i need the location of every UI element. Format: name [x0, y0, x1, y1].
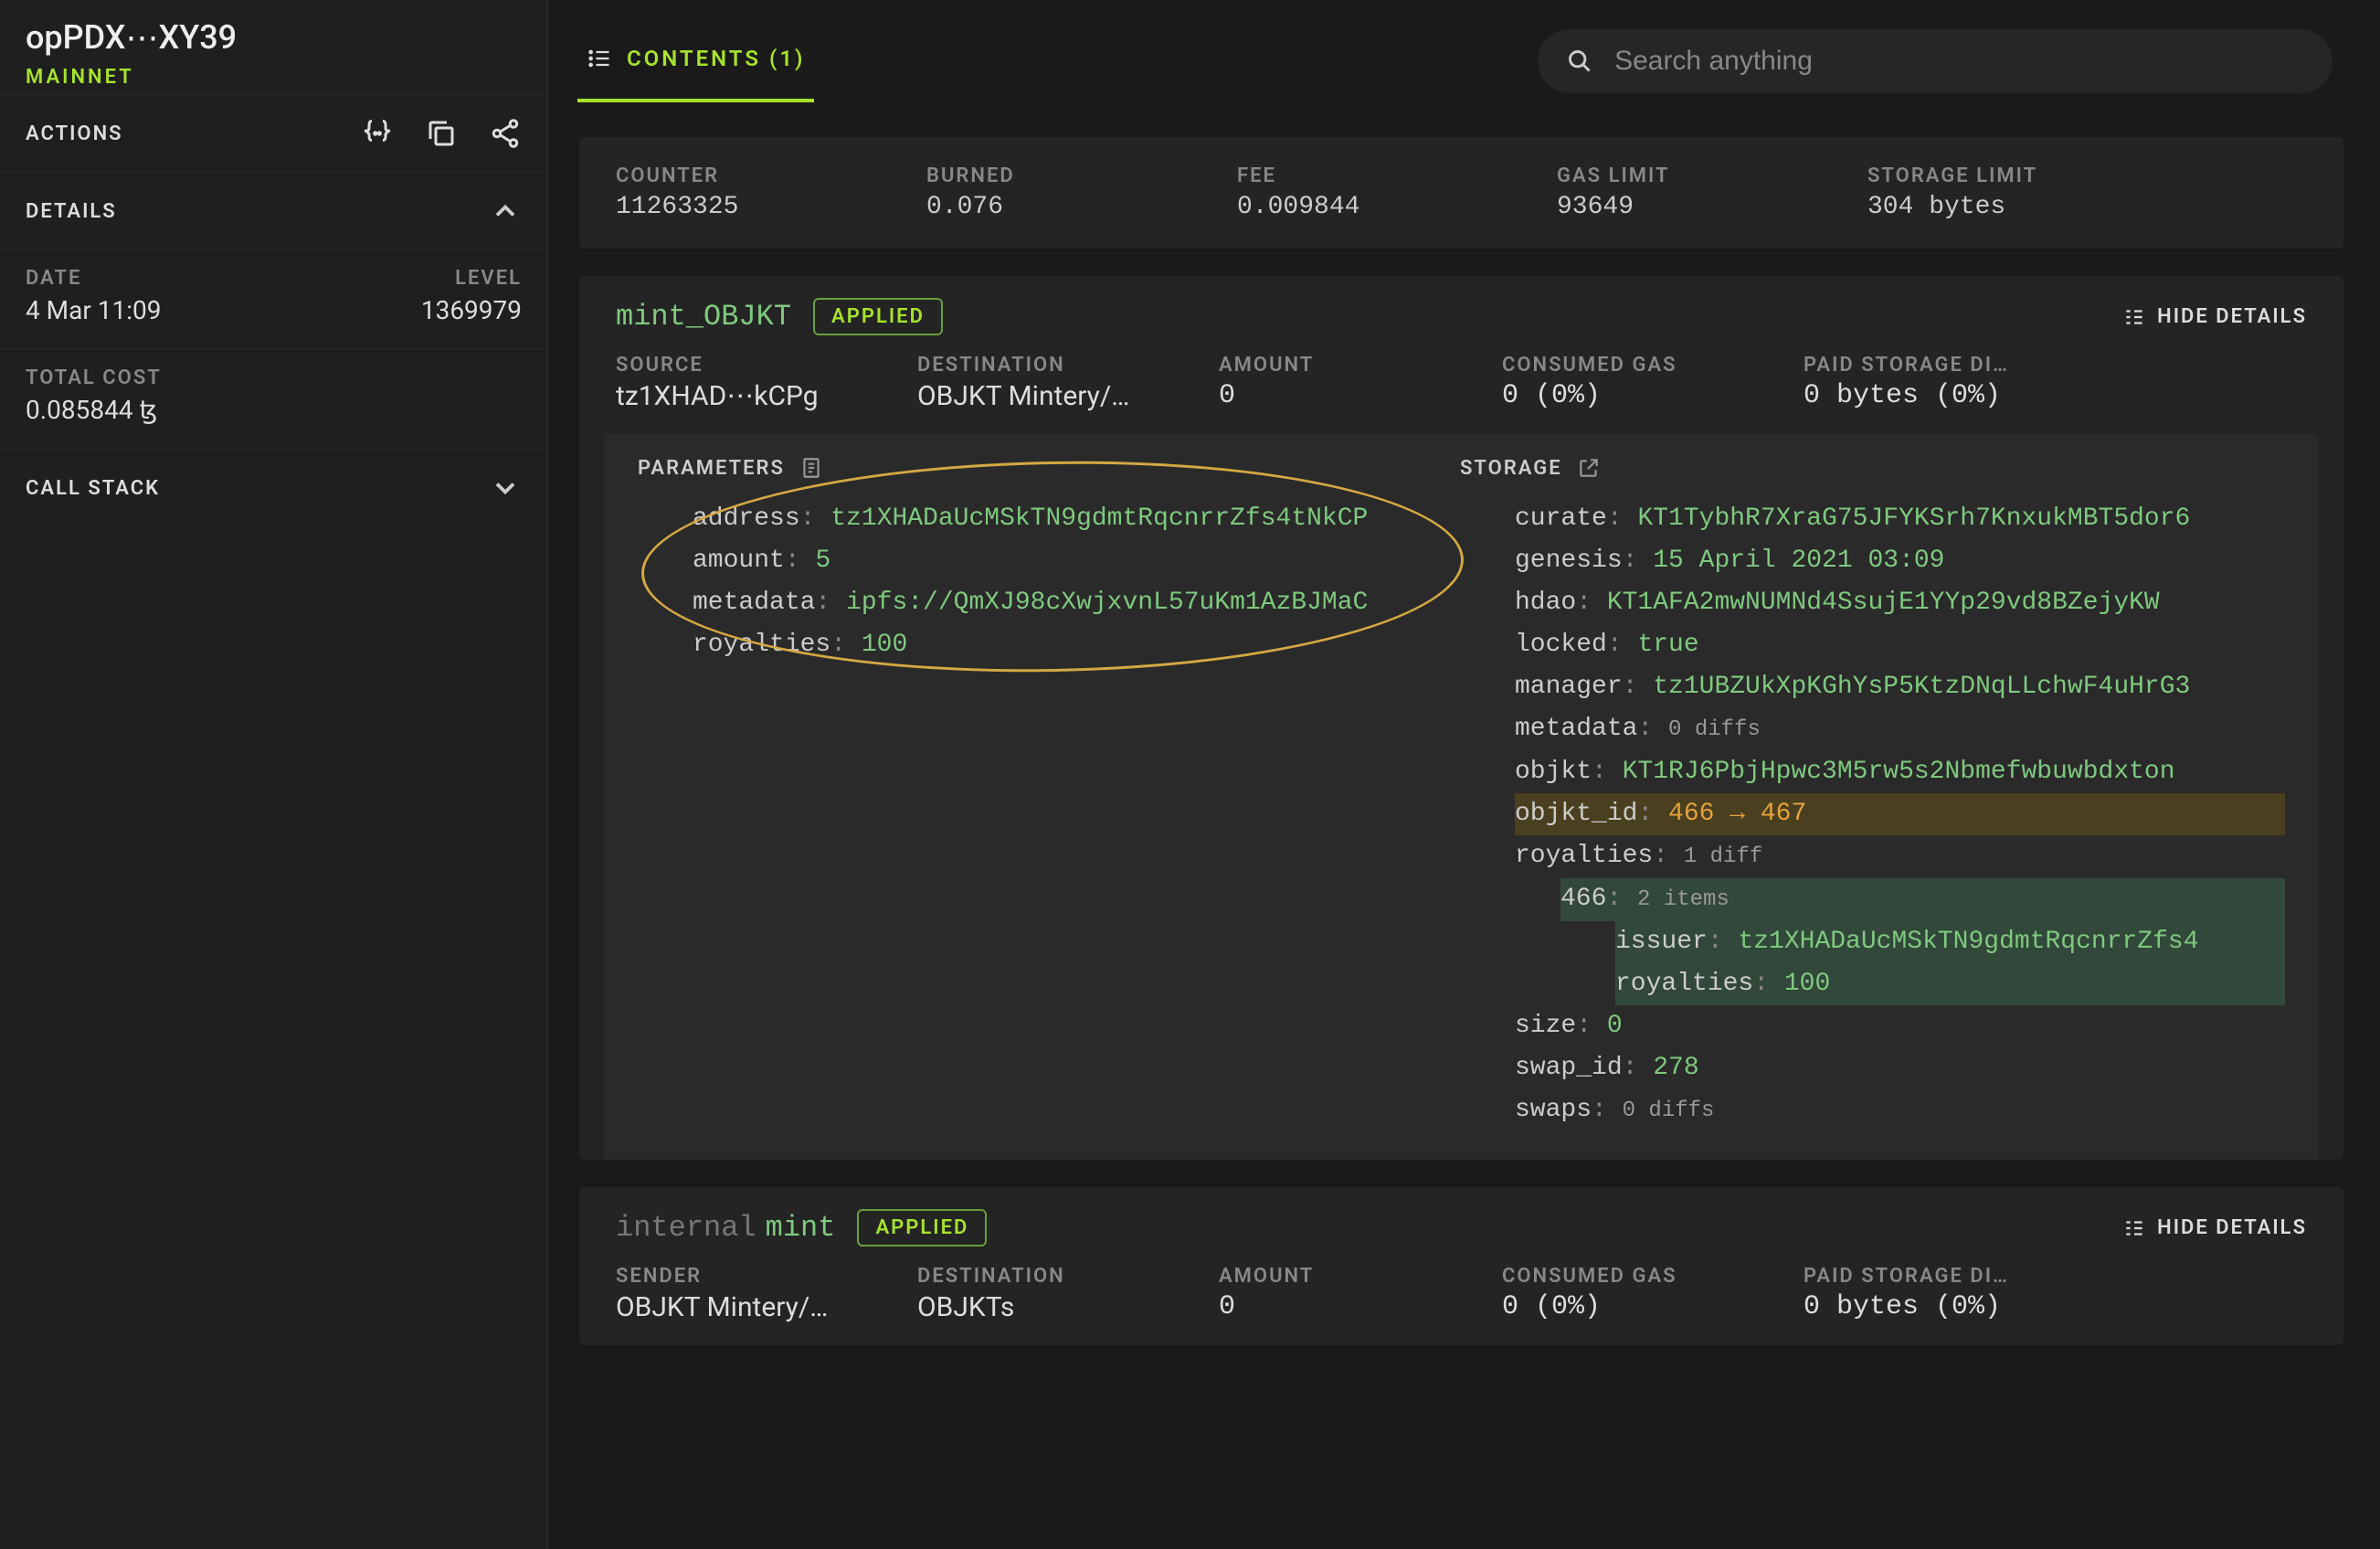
operation-card-mint-objkt: mint_OBJKT APPLIED HIDE DETAILS SOURCE t… [579, 276, 2343, 1160]
storage-genesis: genesis: 15 April 2021 03:09 [1515, 540, 2285, 582]
amount-label: AMOUNT [1219, 1265, 1447, 1288]
json-icon[interactable] [361, 117, 394, 150]
royalties-inner: royalties: 100 [1615, 963, 2285, 1005]
consumed-gas-value: 0 (0%) [1502, 380, 1749, 411]
status-badge: APPLIED [813, 298, 943, 335]
topbar: CONTENTS (1) [548, 0, 2380, 102]
dest-label: DESTINATION [917, 1265, 1164, 1288]
sidebar: opPDX⋯XY39 MAINNET ACTIONS DETAILS DATE … [0, 0, 548, 1549]
amount-value: 0 [1219, 380, 1447, 411]
total-cost-label: TOTAL COST [26, 366, 522, 389]
operation-hash: opPDX⋯XY39 [26, 18, 522, 57]
call-stack-toggle[interactable]: CALL STACK [0, 449, 547, 526]
summary-card: COUNTER 11263325 BURNED 0.076 FEE 0.0098… [579, 137, 2343, 249]
dest-value[interactable]: OBJKT Mintery/… [917, 380, 1164, 412]
storage-swaps: swaps: 0 diffs [1515, 1089, 2285, 1132]
consumed-gas-value: 0 (0%) [1502, 1291, 1749, 1322]
storage-curate: curate: KT1TybhR7XraG75JFYKSrh7KnxukMBT5… [1515, 498, 2285, 540]
burned-value: 0.076 [926, 193, 1164, 221]
counter-value: 11263325 [616, 193, 853, 221]
royalties-item[interactable]: 466: 2 items [1560, 878, 2285, 921]
gas-limit-value: 93649 [1557, 193, 1794, 221]
param-metadata: metadata: ipfs://QmXJ98cXwjxvnL57uKm1AzB… [693, 582, 1423, 624]
storage-limit-label: STORAGE LIMIT [1867, 164, 2050, 187]
chevron-up-icon [489, 195, 522, 228]
storage-size: size: 0 [1515, 1005, 2285, 1047]
share-icon[interactable] [489, 117, 522, 150]
royalties-issuer: issuer: tz1XHADaUcMSkTN9gdmtRqcnrrZfs4 [1615, 921, 2285, 963]
paid-storage-label: PAID STORAGE DI… [1804, 354, 2032, 377]
storage-column: STORAGE curate: KT1TybhR7XraG75JFYKSrh7K… [1460, 456, 2285, 1132]
list-icon [587, 46, 612, 71]
actions-label: ACTIONS [26, 122, 123, 145]
actions-row: ACTIONS [0, 94, 547, 172]
level-label: LEVEL [421, 267, 522, 290]
network-label: MAINNET [26, 66, 522, 89]
dest-value[interactable]: OBJKTs [917, 1291, 1164, 1323]
fee-label: FEE [1237, 164, 1484, 187]
param-address: address: tz1XHADaUcMSkTN9gdmtRqcnrrZfs4t… [693, 498, 1423, 540]
chevron-down-icon [489, 472, 522, 504]
date-label: DATE [26, 267, 162, 290]
storage-metadata: metadata: 0 diffs [1515, 708, 2285, 751]
copy-icon[interactable] [425, 117, 458, 150]
fee-value: 0.009844 [1237, 193, 1484, 221]
details-icon [2122, 305, 2146, 329]
amount-value: 0 [1219, 1291, 1447, 1322]
call-stack-label: CALL STACK [26, 477, 160, 500]
storage-limit-value: 304 bytes [1867, 193, 2050, 221]
main-content: CONTENTS (1) COUNTER 11263325 BURNED 0.0… [548, 0, 2380, 1549]
op-name: mint_OBJKT [616, 300, 791, 334]
source-value[interactable]: tz1XHAD⋯kCPg [616, 380, 862, 412]
burned-label: BURNED [926, 164, 1164, 187]
status-badge: APPLIED [857, 1209, 987, 1247]
storage-manager: manager: tz1UBZUkXpKGhYsP5KtzDNqLLchwF4u… [1515, 666, 2285, 708]
storage-objkt: objkt: KT1RJ6PbjHpwc3M5rw5s2Nbmefwbuwbdx… [1515, 751, 2285, 793]
gas-limit-label: GAS LIMIT [1557, 164, 1794, 187]
paid-storage-label: PAID STORAGE DI… [1804, 1265, 2032, 1288]
storage-royalties[interactable]: royalties: 1 diff [1515, 835, 2285, 878]
details-toggle[interactable]: DETAILS [0, 172, 547, 249]
hide-details-label: HIDE DETAILS [2157, 1216, 2307, 1239]
amount-label: AMOUNT [1219, 354, 1447, 377]
operation-details: PARAMETERS address: tz1XHADaUcMSkTN9gdmt… [605, 434, 2318, 1160]
consumed-gas-label: CONSUMED GAS [1502, 354, 1749, 377]
document-icon[interactable] [799, 456, 823, 480]
storage-locked: locked: true [1515, 624, 2285, 666]
storage-objkt-id: objkt_id: 466 → 467 [1515, 793, 2285, 835]
source-label: SOURCE [616, 354, 862, 377]
tab-contents[interactable]: CONTENTS (1) [577, 20, 814, 102]
parameters-column: PARAMETERS address: tz1XHADaUcMSkTN9gdmt… [638, 456, 1423, 1132]
hide-details-button[interactable]: HIDE DETAILS [2122, 1216, 2307, 1240]
total-cost-row: TOTAL COST 0.085844 ꜩ [0, 349, 547, 449]
search-input[interactable] [1614, 46, 2303, 77]
tab-label: CONTENTS (1) [627, 46, 805, 71]
search-bar[interactable] [1538, 29, 2332, 93]
sender-value[interactable]: OBJKT Mintery/… [616, 1291, 862, 1323]
level-value: 1369979 [421, 295, 522, 325]
counter-label: COUNTER [616, 164, 853, 187]
param-amount: amount: 5 [693, 540, 1423, 582]
paid-storage-value: 0 bytes (0%) [1804, 380, 2032, 411]
hide-details-label: HIDE DETAILS [2157, 305, 2307, 328]
consumed-gas-label: CONSUMED GAS [1502, 1265, 1749, 1288]
storage-hdao: hdao: KT1AFA2mwNUMNd4SsujE1YYp29vd8BZejy… [1515, 582, 2285, 624]
date-level-row: DATE 4 Mar 11:09 LEVEL 1369979 [0, 249, 547, 349]
total-cost-value: 0.085844 ꜩ [26, 395, 522, 425]
sender-label: SENDER [616, 1265, 862, 1288]
param-royalties: royalties: 100 [693, 624, 1423, 666]
hide-details-button[interactable]: HIDE DETAILS [2122, 305, 2307, 329]
external-link-icon[interactable] [1577, 456, 1601, 480]
dest-label: DESTINATION [917, 354, 1164, 377]
storage-label: STORAGE [1460, 457, 1562, 480]
details-label: DETAILS [26, 200, 117, 223]
op-name: internalmint [616, 1211, 835, 1245]
paid-storage-value: 0 bytes (0%) [1804, 1291, 2032, 1322]
date-value: 4 Mar 11:09 [26, 295, 162, 325]
storage-swap-id: swap_id: 278 [1515, 1047, 2285, 1089]
details-icon [2122, 1216, 2146, 1240]
operation-card-internal-mint: internalmint APPLIED HIDE DETAILS SENDER… [579, 1187, 2343, 1345]
parameters-label: PARAMETERS [638, 457, 785, 480]
search-icon [1567, 48, 1592, 75]
